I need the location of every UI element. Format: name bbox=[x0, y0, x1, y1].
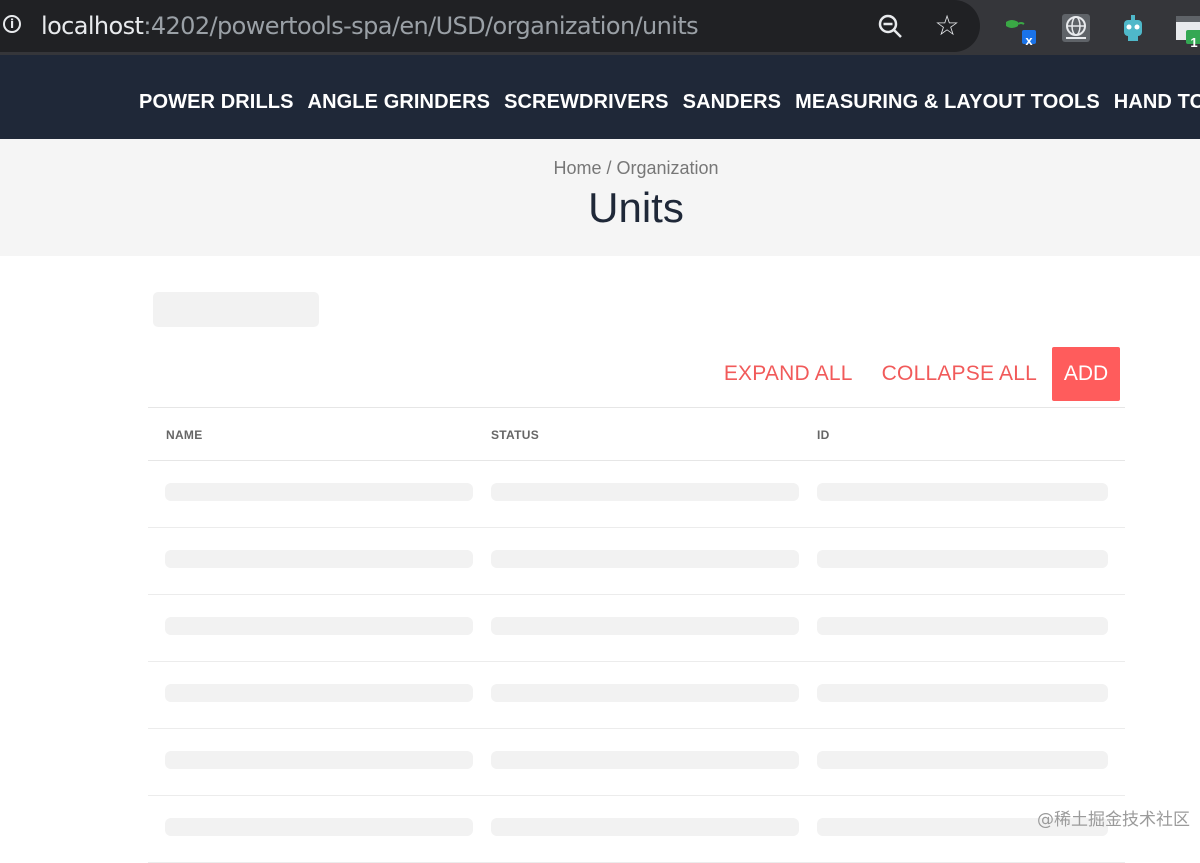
loading-cell-placeholder bbox=[491, 751, 799, 769]
expand-all-button[interactable]: EXPAND ALL bbox=[724, 362, 853, 386]
loading-cell-placeholder bbox=[491, 684, 799, 702]
nav-item-screwdrivers[interactable]: SCREWDRIVERS bbox=[504, 88, 669, 116]
address-bar[interactable]: i localhost:4202/powertools-spa/en/USD/o… bbox=[0, 0, 980, 52]
nav-item-angle-grinders[interactable]: ANGLE GRINDERS bbox=[308, 88, 491, 116]
column-header-name[interactable]: NAME bbox=[166, 428, 203, 442]
loading-cell-placeholder bbox=[491, 818, 799, 836]
loading-cell-placeholder bbox=[817, 483, 1108, 501]
loading-cell-placeholder bbox=[165, 684, 473, 702]
category-nav: POWER DRILLS ANGLE GRINDERS SCREWDRIVERS… bbox=[0, 55, 1200, 139]
extension-badge-x: x bbox=[1025, 33, 1033, 48]
table-row bbox=[148, 729, 1125, 796]
browser-toolbar: i localhost:4202/powertools-spa/en/USD/o… bbox=[0, 0, 1200, 55]
zoom-out-icon[interactable] bbox=[877, 13, 903, 39]
column-header-status[interactable]: STATUS bbox=[491, 428, 539, 442]
loading-placeholder bbox=[153, 292, 319, 327]
watermark: @稀土掘金技术社区 bbox=[1037, 810, 1190, 830]
breadcrumb-separator: / bbox=[601, 158, 617, 178]
breadcrumb-current: Organization bbox=[616, 158, 719, 178]
units-table: NAME STATUS ID bbox=[148, 407, 1125, 863]
table-header: NAME STATUS ID bbox=[148, 408, 1125, 461]
loading-cell-placeholder bbox=[165, 483, 473, 501]
table-row bbox=[148, 662, 1125, 729]
table-body bbox=[148, 461, 1125, 863]
breadcrumb: Home / Organization bbox=[0, 158, 1200, 179]
category-nav-list: POWER DRILLS ANGLE GRINDERS SCREWDRIVERS… bbox=[139, 88, 1200, 116]
nav-item-sanders[interactable]: SANDERS bbox=[683, 88, 782, 116]
loading-cell-placeholder bbox=[165, 617, 473, 635]
table-row bbox=[148, 796, 1125, 863]
column-header-id[interactable]: ID bbox=[817, 428, 830, 442]
loading-cell-placeholder bbox=[165, 550, 473, 568]
nav-item-hand-tools[interactable]: HAND TOOLS bbox=[1114, 88, 1200, 116]
loading-cell-placeholder bbox=[165, 818, 473, 836]
bookmark-star-icon[interactable]: ☆ bbox=[932, 11, 962, 41]
loading-cell-placeholder bbox=[491, 483, 799, 501]
url-host: localhost bbox=[41, 12, 144, 40]
loading-cell-placeholder bbox=[491, 550, 799, 568]
loading-cell-placeholder bbox=[817, 550, 1108, 568]
loading-cell-placeholder bbox=[817, 617, 1108, 635]
nav-item-power-drills[interactable]: POWER DRILLS bbox=[139, 88, 294, 116]
loading-cell-placeholder bbox=[817, 684, 1108, 702]
page-title: Units bbox=[588, 184, 684, 231]
url-path: :4202/powertools-spa/en/USD/organization… bbox=[143, 12, 699, 40]
collapse-all-button[interactable]: COLLAPSE ALL bbox=[882, 362, 1037, 386]
loading-cell-placeholder bbox=[165, 751, 473, 769]
tree-actions: EXPAND ALL COLLAPSE ALL ADD bbox=[724, 347, 1120, 401]
table-row bbox=[148, 595, 1125, 662]
url-text[interactable]: localhost:4202/powertools-spa/en/USD/org… bbox=[41, 12, 699, 40]
extension-badge-count: 1 bbox=[1190, 35, 1198, 50]
page-header: Home / Organization Units bbox=[0, 139, 1200, 256]
breadcrumb-home[interactable]: Home bbox=[553, 158, 601, 178]
add-button[interactable]: ADD bbox=[1052, 347, 1120, 401]
globe-extension-icon[interactable] bbox=[1060, 12, 1092, 44]
nav-item-measuring-layout-tools[interactable]: MEASURING & LAYOUT TOOLS bbox=[795, 88, 1100, 116]
table-row bbox=[148, 461, 1125, 528]
table-row bbox=[148, 528, 1125, 595]
info-icon[interactable]: i bbox=[3, 15, 21, 33]
robot-extension-icon[interactable] bbox=[1117, 12, 1149, 44]
loading-cell-placeholder bbox=[817, 751, 1108, 769]
loading-cell-placeholder bbox=[491, 617, 799, 635]
